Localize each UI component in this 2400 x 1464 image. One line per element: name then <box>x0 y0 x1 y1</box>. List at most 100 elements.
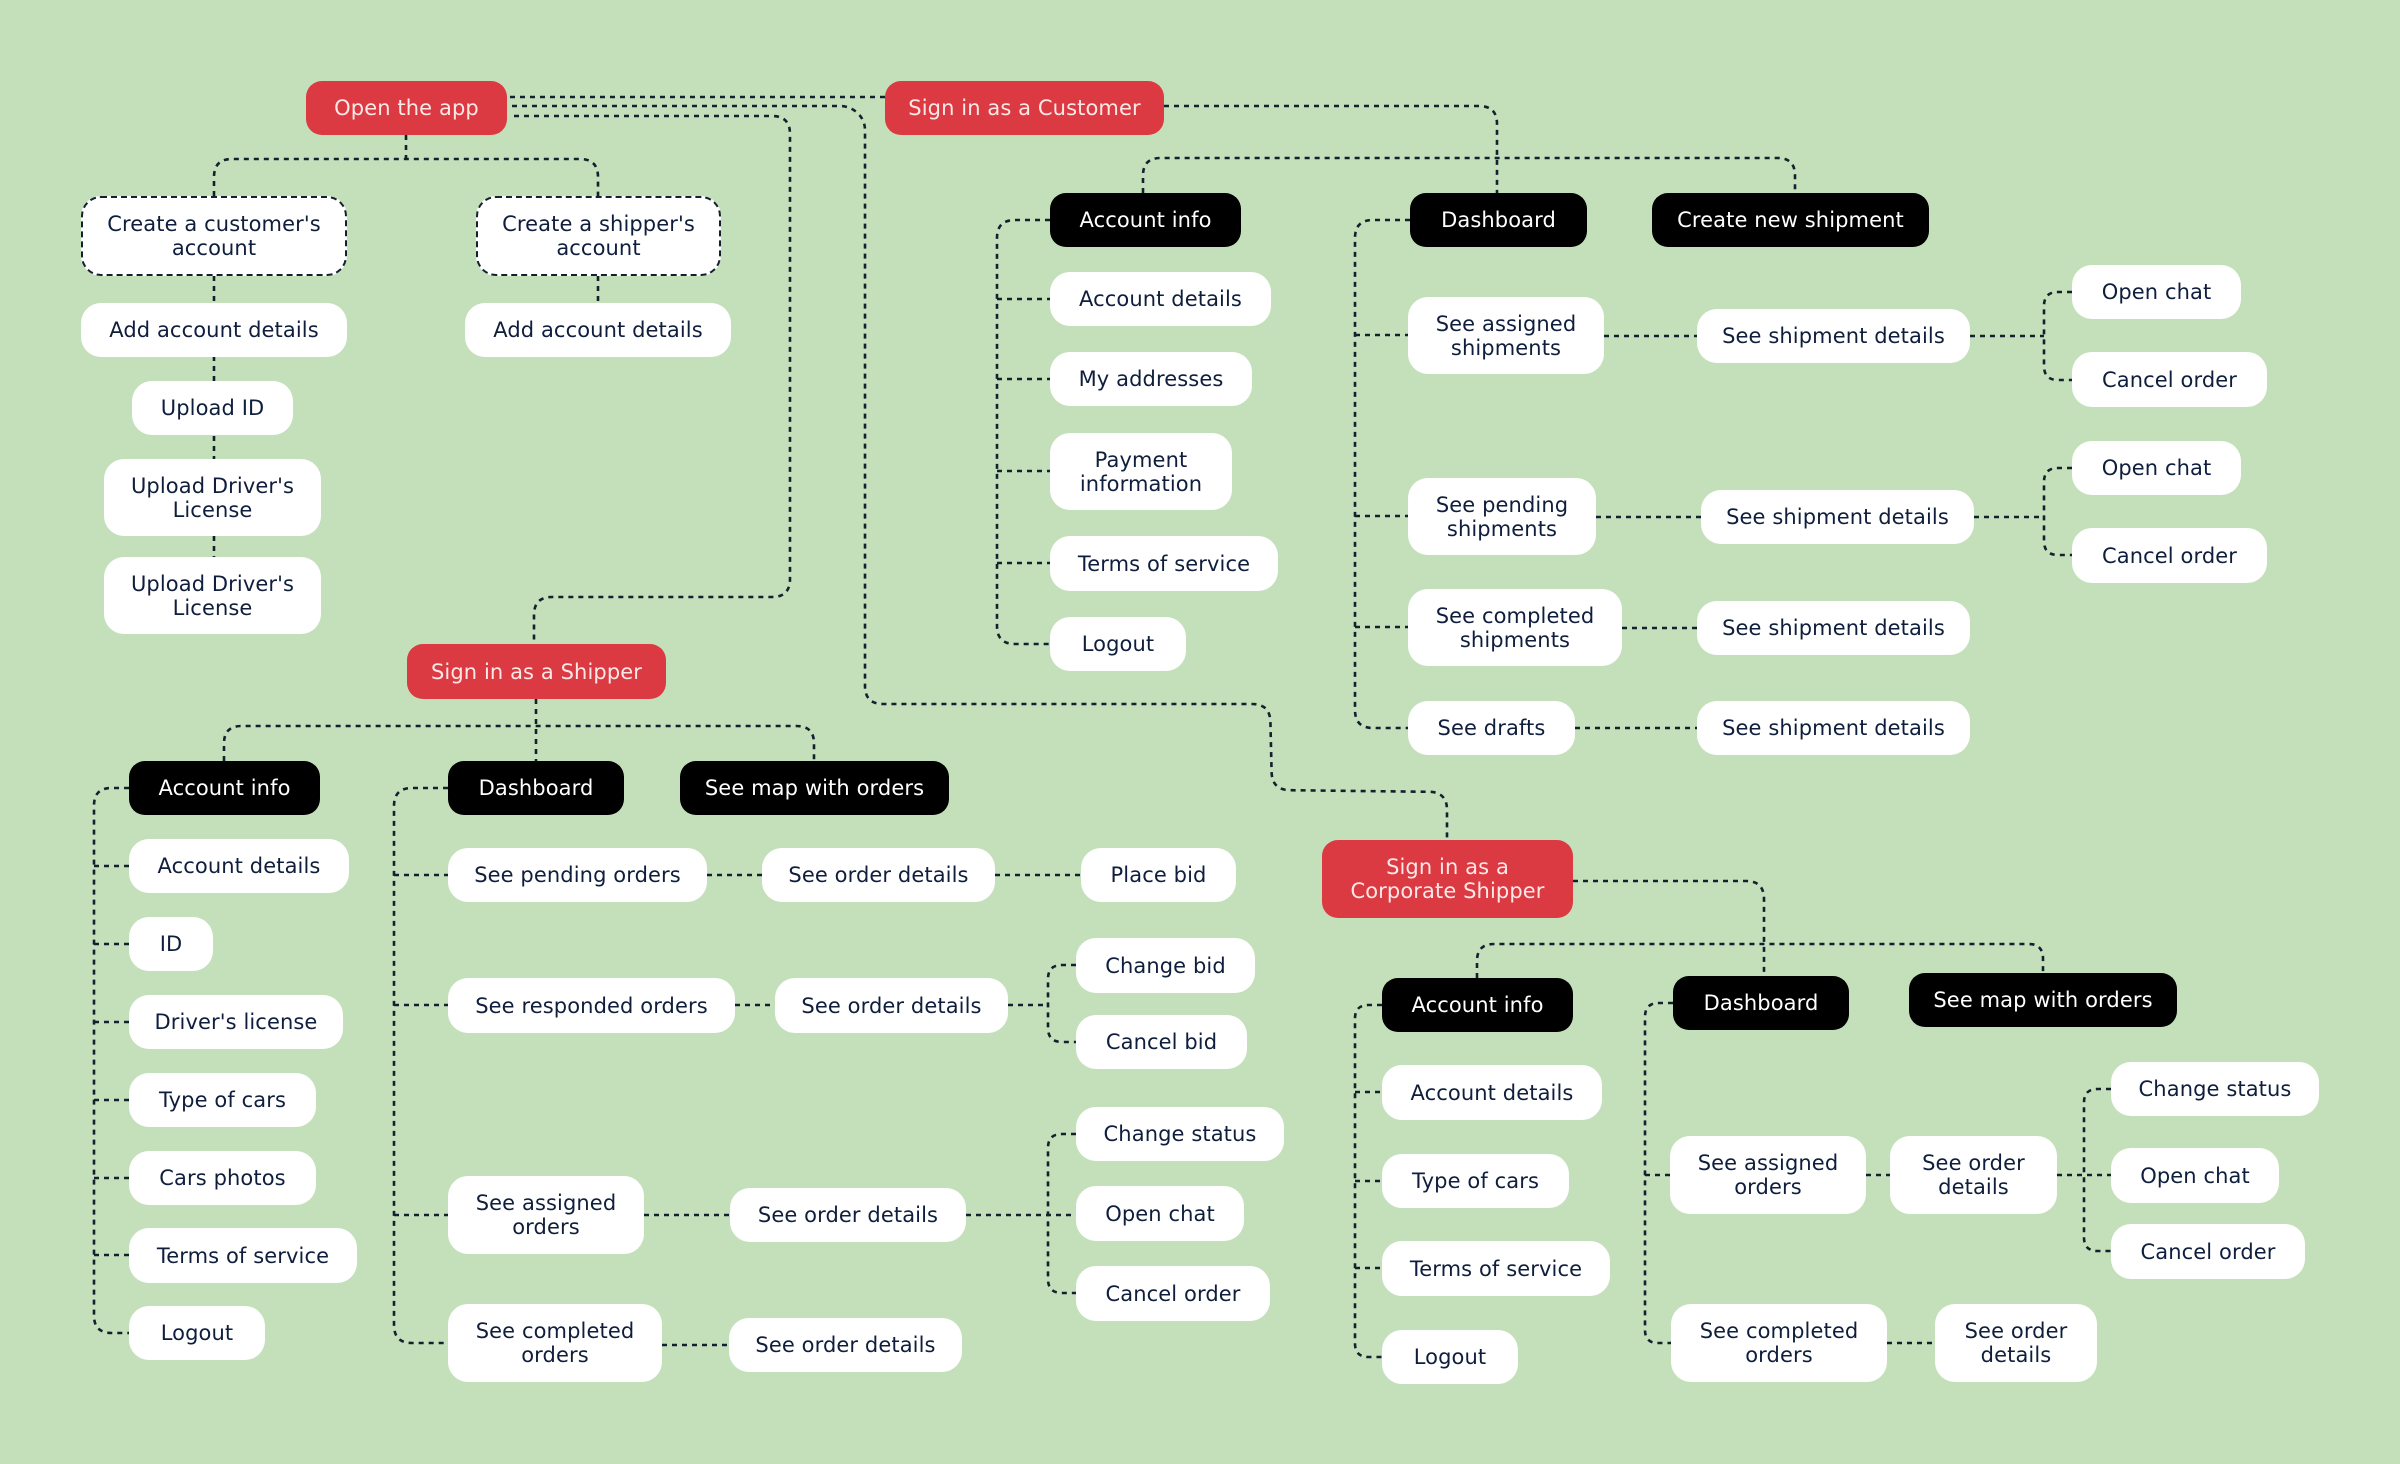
shipment-details-node[interactable]: See shipment details <box>1697 701 1970 755</box>
shipment-details-node[interactable]: See shipment details <box>1697 601 1970 655</box>
order-details-node[interactable]: See order details <box>762 848 995 902</box>
node-label: Cancel order <box>2101 543 2237 568</box>
open-chat-node[interactable]: Open chat <box>2072 265 2241 319</box>
node-label: See pending shipments <box>1435 492 1569 541</box>
shipper-account-details-node[interactable]: Account details <box>129 839 349 893</box>
shipper-add-account-details-node[interactable]: Add account details <box>465 303 731 357</box>
node-label: Driver's license <box>154 1010 318 1034</box>
shipment-details-node[interactable]: See shipment details <box>1701 490 1974 544</box>
cancel-order-node[interactable]: Cancel order <box>2072 352 2267 407</box>
node-label: See order details <box>757 1203 939 1227</box>
cancel-bid-node[interactable]: Cancel bid <box>1076 1015 1247 1069</box>
open-chat-node[interactable]: Open chat <box>2111 1148 2279 1203</box>
customer-drafts-node[interactable]: See drafts <box>1408 701 1575 755</box>
order-details-node[interactable]: See order details <box>730 1188 966 1242</box>
customer-add-account-details-node[interactable]: Add account details <box>81 303 347 357</box>
node-label: Type of cars <box>1411 1169 1539 1193</box>
order-details-node[interactable]: See order details <box>775 978 1008 1033</box>
connector-ship-actions <box>1046 963 1076 1044</box>
open-chat-node[interactable]: Open chat <box>2072 441 2241 495</box>
shipper-drivers-license-node[interactable]: Driver's license <box>129 995 343 1049</box>
node-label: Cancel order <box>2140 1239 2276 1264</box>
customer-account-details-node[interactable]: Account details <box>1050 272 1271 326</box>
customer-terms-node[interactable]: Terms of service <box>1050 536 1278 591</box>
cancel-order-node[interactable]: Cancel order <box>2072 528 2267 583</box>
corporate-dashboard-node[interactable]: Dashboard <box>1673 976 1849 1030</box>
shipper-pending-orders-node[interactable]: See pending orders <box>448 848 707 902</box>
shipment-details-node[interactable]: See shipment details <box>1697 309 1970 363</box>
node-label: See completed orders <box>1699 1319 1859 1367</box>
shipper-type-of-cars-node[interactable]: Type of cars <box>129 1073 316 1127</box>
customer-upload-id-node[interactable]: Upload ID <box>132 381 293 435</box>
corporate-map-node[interactable]: See map with orders <box>1909 973 2177 1027</box>
shipper-logout-node[interactable]: Logout <box>129 1306 265 1360</box>
node-label: Create a customer's account <box>107 212 321 260</box>
node-label: See pending orders <box>474 863 681 887</box>
corporate-logout-node[interactable]: Logout <box>1382 1330 1518 1384</box>
shipper-responded-orders-node[interactable]: See responded orders <box>448 978 735 1033</box>
cancel-order-node[interactable]: Cancel order <box>2111 1224 2305 1279</box>
change-status-node[interactable]: Change status <box>1076 1107 1284 1161</box>
customer-account-info-node[interactable]: Account info <box>1050 193 1241 247</box>
corporate-assigned-orders-node[interactable]: See assigned orders <box>1670 1136 1866 1214</box>
order-details-node[interactable]: See order details <box>1890 1136 2057 1214</box>
node-label: Terms of service <box>1077 551 1251 576</box>
node-label: See completed shipments <box>1435 603 1595 652</box>
corporate-completed-orders-node[interactable]: See completed orders <box>1671 1304 1887 1382</box>
corporate-sign-in-node[interactable]: Sign in as a Corporate Shipper <box>1322 840 1573 918</box>
shipper-terms-node[interactable]: Terms of service <box>129 1228 357 1283</box>
shipper-sign-in-node[interactable]: Sign in as a Shipper <box>407 644 666 699</box>
customer-assigned-shipments-node[interactable]: See assigned shipments <box>1408 297 1604 374</box>
shipper-id-node[interactable]: ID <box>129 917 213 971</box>
node-label: Change status <box>1103 1122 1257 1146</box>
node-label: Dashboard <box>1703 991 1819 1015</box>
order-details-node[interactable]: See order details <box>729 1318 962 1372</box>
create-shipper-account-node[interactable]: Create a shipper's account <box>476 196 721 276</box>
customer-my-addresses-node[interactable]: My addresses <box>1050 352 1252 406</box>
shipper-map-node[interactable]: See map with orders <box>680 761 949 815</box>
node-label: Change status <box>2138 1077 2292 1101</box>
customer-sign-in-node[interactable]: Sign in as a Customer <box>885 81 1164 135</box>
node-label: Cancel order <box>1105 1281 1241 1306</box>
change-bid-node[interactable]: Change bid <box>1076 938 1255 993</box>
node-label: See order details <box>1964 1319 2068 1367</box>
customer-upload-license-node[interactable]: Upload Driver's License <box>104 459 321 536</box>
cancel-order-node[interactable]: Cancel order <box>1076 1266 1270 1321</box>
customer-dashboard-node[interactable]: Dashboard <box>1410 193 1587 247</box>
create-new-shipment-node[interactable]: Create new shipment <box>1652 193 1929 247</box>
connector-corp-acct-spine <box>1353 1003 1382 1359</box>
customer-pending-shipments-node[interactable]: See pending shipments <box>1408 478 1596 555</box>
node-label: Add account details <box>109 318 319 342</box>
connector-ship-dash-spine <box>392 786 448 1345</box>
shipper-completed-orders-node[interactable]: See completed orders <box>448 1304 662 1382</box>
customer-logout-node[interactable]: Logout <box>1050 617 1186 671</box>
open-app-node[interactable]: Open the app <box>306 81 507 135</box>
corporate-terms-node[interactable]: Terms of service <box>1382 1241 1610 1296</box>
node-label: See order details <box>755 1333 936 1357</box>
node-label: Type of cars <box>158 1088 286 1112</box>
corporate-type-of-cars-node[interactable]: Type of cars <box>1382 1154 1569 1208</box>
corporate-account-details-node[interactable]: Account details <box>1382 1065 1602 1120</box>
change-status-node[interactable]: Change status <box>2111 1062 2319 1116</box>
corporate-account-info-node[interactable]: Account info <box>1382 978 1573 1032</box>
open-chat-node[interactable]: Open chat <box>1076 1186 1244 1241</box>
connector-cust-actions <box>2042 290 2072 382</box>
customer-payment-info-node[interactable]: Payment information <box>1050 433 1232 510</box>
customer-completed-shipments-node[interactable]: See completed shipments <box>1408 589 1622 666</box>
node-label: Sign in as a Shipper <box>430 659 642 684</box>
node-label: Dashboard <box>478 776 594 800</box>
shipper-assigned-orders-node[interactable]: See assigned orders <box>448 1176 644 1254</box>
place-bid-node[interactable]: Place bid <box>1081 848 1236 902</box>
customer-upload-license-node-2[interactable]: Upload Driver's License <box>104 557 321 634</box>
create-customer-account-node[interactable]: Create a customer's account <box>81 196 347 276</box>
shipper-account-info-node[interactable]: Account info <box>129 761 320 815</box>
shipper-cars-photos-node[interactable]: Cars photos <box>129 1151 316 1205</box>
order-details-node[interactable]: See order details <box>1935 1304 2097 1382</box>
node-label: See order details <box>788 863 969 887</box>
node-label: Terms of service <box>156 1243 330 1268</box>
node-label: Payment information <box>1079 447 1203 496</box>
node-label: See drafts <box>1437 716 1546 740</box>
node-label: Account details <box>1079 287 1242 311</box>
shipper-dashboard-node[interactable]: Dashboard <box>448 761 624 815</box>
node-label: Logout <box>1081 632 1155 656</box>
